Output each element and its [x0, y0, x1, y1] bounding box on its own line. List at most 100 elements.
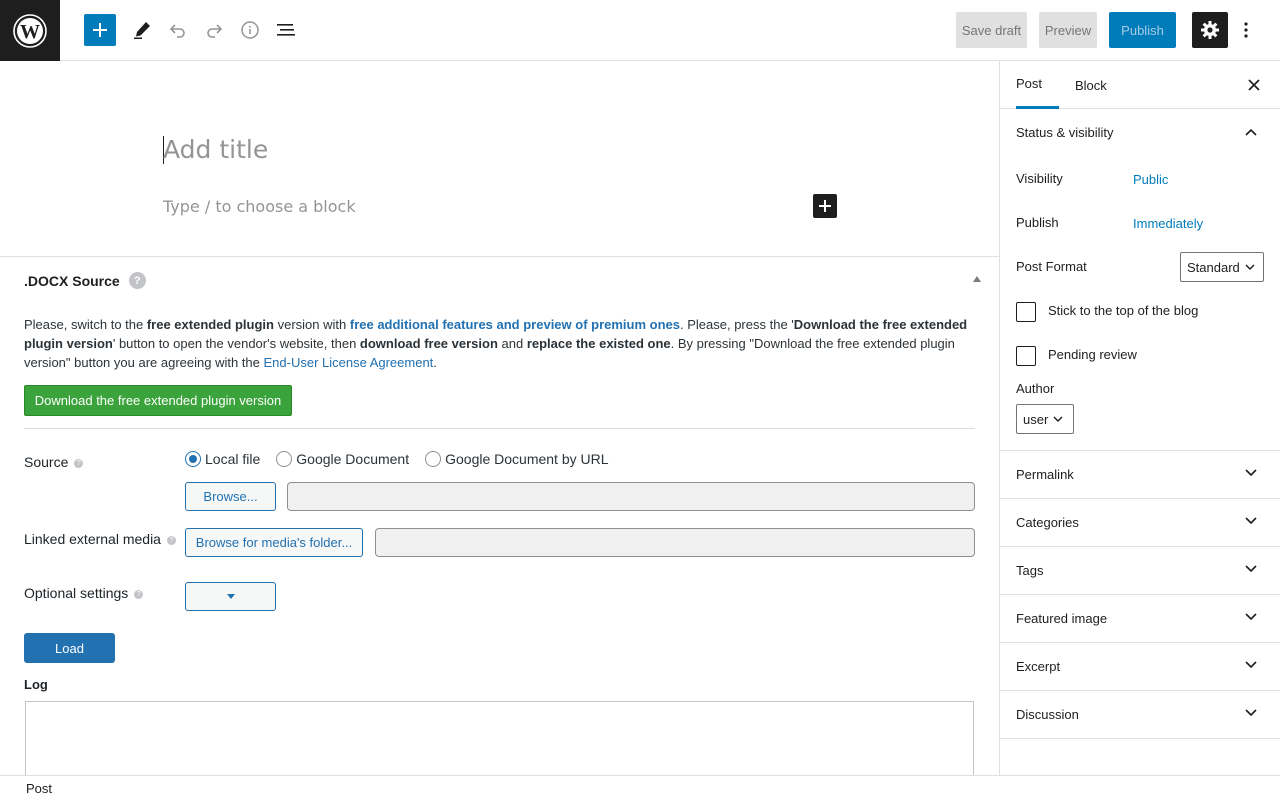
- panel-tags[interactable]: Tags: [1000, 547, 1280, 595]
- gear-icon: [1201, 21, 1219, 39]
- chevron-down-icon: [1053, 416, 1063, 422]
- post-format-label: Post Format: [1016, 259, 1087, 274]
- list-view-button[interactable]: [270, 14, 302, 46]
- wordpress-logo-icon[interactable]: W: [0, 0, 60, 61]
- media-folder-field[interactable]: [375, 528, 975, 557]
- panel-featured-image[interactable]: Featured image: [1000, 595, 1280, 643]
- settings-button[interactable]: [1192, 12, 1228, 48]
- notice-text: and: [497, 336, 527, 351]
- tab-block[interactable]: Block: [1075, 61, 1107, 109]
- close-sidebar-button[interactable]: [1242, 73, 1266, 97]
- panel-title-status-visibility[interactable]: Status & visibility: [1016, 125, 1114, 140]
- help-icon[interactable]: ?: [74, 459, 84, 468]
- panel-discussion[interactable]: Discussion: [1000, 691, 1280, 739]
- browse-media-folder-button[interactable]: Browse for media's folder...: [185, 528, 363, 557]
- block-appender[interactable]: Type / to choose a block: [163, 197, 356, 216]
- optional-settings-label: Optional settings ?: [24, 585, 144, 601]
- radio-checked-icon[interactable]: [185, 451, 201, 467]
- close-icon: [1248, 79, 1260, 91]
- load-button[interactable]: Load: [24, 633, 115, 663]
- source-radio-group: Local file Google Document Google Docume…: [185, 451, 625, 467]
- save-draft-button[interactable]: Save draft: [956, 12, 1027, 48]
- radio-google-document-url[interactable]: Google Document by URL: [425, 451, 609, 467]
- log-textarea[interactable]: [25, 701, 974, 775]
- optional-settings-dropdown[interactable]: [185, 582, 276, 611]
- eula-link[interactable]: End-User License Agreement: [263, 355, 433, 370]
- settings-sidebar: Post Block Status & visibility Visibilit…: [999, 61, 1280, 775]
- browse-file-button[interactable]: Browse...: [185, 482, 276, 511]
- help-icon[interactable]: ?: [166, 536, 176, 545]
- radio-google-document[interactable]: Google Document: [276, 451, 409, 467]
- chevron-down-icon: [1245, 661, 1257, 669]
- panel-title: Categories: [1016, 515, 1079, 530]
- details-button[interactable]: [234, 14, 266, 46]
- stick-to-top-checkbox[interactable]: [1016, 302, 1036, 322]
- add-block-button[interactable]: [84, 14, 116, 46]
- chevron-down-icon: [1245, 565, 1257, 573]
- panel-title: Discussion: [1016, 707, 1079, 722]
- notice-text: ' button to open the vendor's website, t…: [112, 336, 360, 351]
- panel-excerpt[interactable]: Excerpt: [1000, 643, 1280, 691]
- linked-media-label: Linked external media ?: [24, 531, 176, 547]
- list-view-icon: [277, 24, 295, 36]
- help-icon[interactable]: ?: [134, 590, 144, 599]
- inline-add-block-button[interactable]: [813, 194, 837, 218]
- pending-review-checkbox[interactable]: [1016, 346, 1036, 366]
- radio-local-file[interactable]: Local file: [185, 451, 260, 467]
- redo-icon: [207, 24, 223, 38]
- file-path-field[interactable]: [287, 482, 975, 511]
- features-link[interactable]: free additional features and preview of …: [350, 317, 680, 332]
- chevron-down-icon: [1245, 469, 1257, 477]
- download-extended-plugin-button[interactable]: Download the free extended plugin versio…: [24, 385, 292, 416]
- publish-date-link[interactable]: Immediately: [1133, 216, 1203, 231]
- docx-source-metabox: .DOCX Source ? Please, switch to the fre…: [0, 256, 999, 775]
- select-value: Standard: [1187, 259, 1240, 275]
- publish-button[interactable]: Publish: [1109, 12, 1176, 48]
- notice-text: version with: [273, 317, 350, 332]
- chevron-up-icon[interactable]: [1244, 127, 1258, 137]
- chevron-down-icon: [1245, 709, 1257, 717]
- redo-button[interactable]: [198, 14, 230, 46]
- radio-unchecked-icon[interactable]: [276, 451, 293, 467]
- radio-label: Local file: [205, 451, 261, 467]
- undo-button[interactable]: [162, 14, 194, 46]
- status-visibility-panel: Status & visibility Visibility Public Pu…: [1000, 109, 1280, 451]
- select-value: user: [1023, 411, 1049, 427]
- top-toolbar: W Save draft Preview Publish: [0, 0, 1280, 61]
- help-icon[interactable]: ?: [128, 272, 146, 289]
- post-title-input[interactable]: Add title: [163, 135, 268, 164]
- author-select[interactable]: user: [1016, 404, 1074, 434]
- options-menu-button[interactable]: [1232, 12, 1260, 48]
- notice-text: .: [433, 355, 437, 370]
- visibility-value-link[interactable]: Public: [1133, 172, 1168, 187]
- info-icon: [241, 21, 259, 39]
- upgrade-notice: Please, switch to the free extended plug…: [24, 315, 976, 372]
- plus-icon: [819, 200, 831, 212]
- chevron-down-icon: [1245, 517, 1257, 525]
- divider: [24, 428, 975, 429]
- preview-button[interactable]: Preview: [1039, 12, 1097, 48]
- optional-settings-label-text: Optional settings: [24, 585, 129, 601]
- tab-post[interactable]: Post: [1016, 61, 1059, 109]
- block-breadcrumb-bar: Post: [0, 775, 1280, 800]
- panel-title: Excerpt: [1016, 659, 1061, 674]
- undo-icon: [169, 24, 185, 38]
- notice-bold: replace the existed one: [526, 336, 671, 351]
- metabox-title[interactable]: .DOCX Source ?: [24, 272, 146, 289]
- editor-canvas: Add title Type / to choose a block .DOCX…: [0, 61, 999, 775]
- breadcrumb-post[interactable]: Post: [26, 781, 52, 796]
- radio-unchecked-icon[interactable]: [425, 451, 442, 467]
- publish-label: Publish: [1016, 215, 1059, 230]
- panel-categories[interactable]: Categories: [1000, 499, 1280, 547]
- tab-label: Post: [1016, 76, 1043, 91]
- panel-permalink[interactable]: Permalink: [1000, 451, 1280, 499]
- collapse-toggle-icon[interactable]: [973, 276, 981, 282]
- post-format-select[interactable]: Standard: [1180, 252, 1264, 282]
- stick-to-top-label: Stick to the top of the blog: [1048, 303, 1199, 318]
- notice-bold: download free version: [359, 336, 498, 351]
- linked-media-label-text: Linked external media: [24, 531, 161, 547]
- tools-button[interactable]: [126, 14, 158, 46]
- panel-title: Tags: [1016, 563, 1044, 578]
- sidebar-tabs: Post Block: [1000, 61, 1280, 109]
- more-vertical-icon: [1244, 22, 1248, 38]
